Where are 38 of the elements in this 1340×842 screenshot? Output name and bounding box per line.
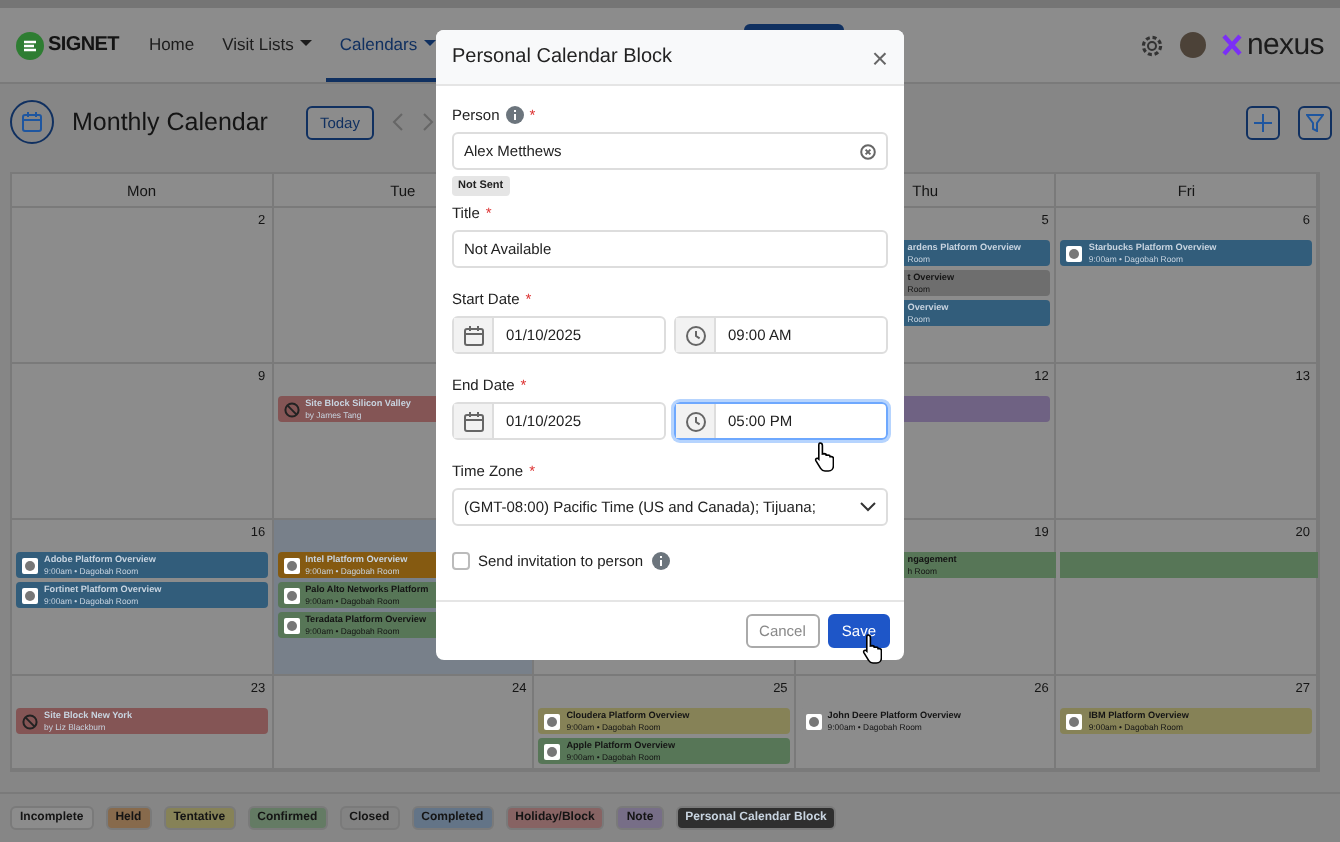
company-logo-icon xyxy=(285,619,298,631)
chevron-down-icon xyxy=(860,502,876,512)
calendar-glyph-icon xyxy=(20,110,44,134)
company-logo-icon xyxy=(546,715,559,727)
x-logo-icon xyxy=(1222,34,1243,56)
clock-icon xyxy=(683,323,707,347)
add-button[interactable] xyxy=(1246,105,1280,139)
logo-icon xyxy=(16,31,44,59)
company-logo-icon xyxy=(24,559,36,571)
nav-link[interactable]: Visit Lists xyxy=(208,8,326,82)
blocked-icon xyxy=(283,401,300,417)
plus-icon xyxy=(1254,113,1272,131)
company-logo-icon xyxy=(1068,715,1081,727)
nav-link[interactable]: Home xyxy=(134,8,209,82)
company-logo-icon xyxy=(285,559,298,571)
hand-cursor-icon xyxy=(812,440,834,472)
filter-button[interactable] xyxy=(1298,105,1332,139)
logo-text: SIGNET xyxy=(48,34,119,56)
blocked-icon xyxy=(22,713,38,729)
avatar[interactable] xyxy=(1180,32,1207,58)
company-logo-icon xyxy=(807,715,820,727)
info-icon xyxy=(505,106,524,124)
close-button[interactable]: × xyxy=(871,45,888,69)
checkbox[interactable] xyxy=(452,552,470,570)
filter-icon xyxy=(1306,113,1324,131)
page-title: Monthly Calendar xyxy=(72,108,268,136)
company-logo-icon xyxy=(546,745,559,757)
calendar-icon xyxy=(461,409,485,433)
calendar-icon xyxy=(461,323,485,347)
company-logo-icon xyxy=(24,589,36,601)
clear-icon[interactable] xyxy=(860,143,876,159)
company-logo-icon xyxy=(285,589,298,601)
clock-icon xyxy=(683,409,707,433)
brand-name: nexus xyxy=(1246,28,1324,62)
modal-title: Personal Calendar Block xyxy=(452,46,673,68)
company-logo-icon xyxy=(1068,247,1081,259)
info-icon xyxy=(651,552,670,570)
settings-icon[interactable] xyxy=(1140,33,1165,57)
